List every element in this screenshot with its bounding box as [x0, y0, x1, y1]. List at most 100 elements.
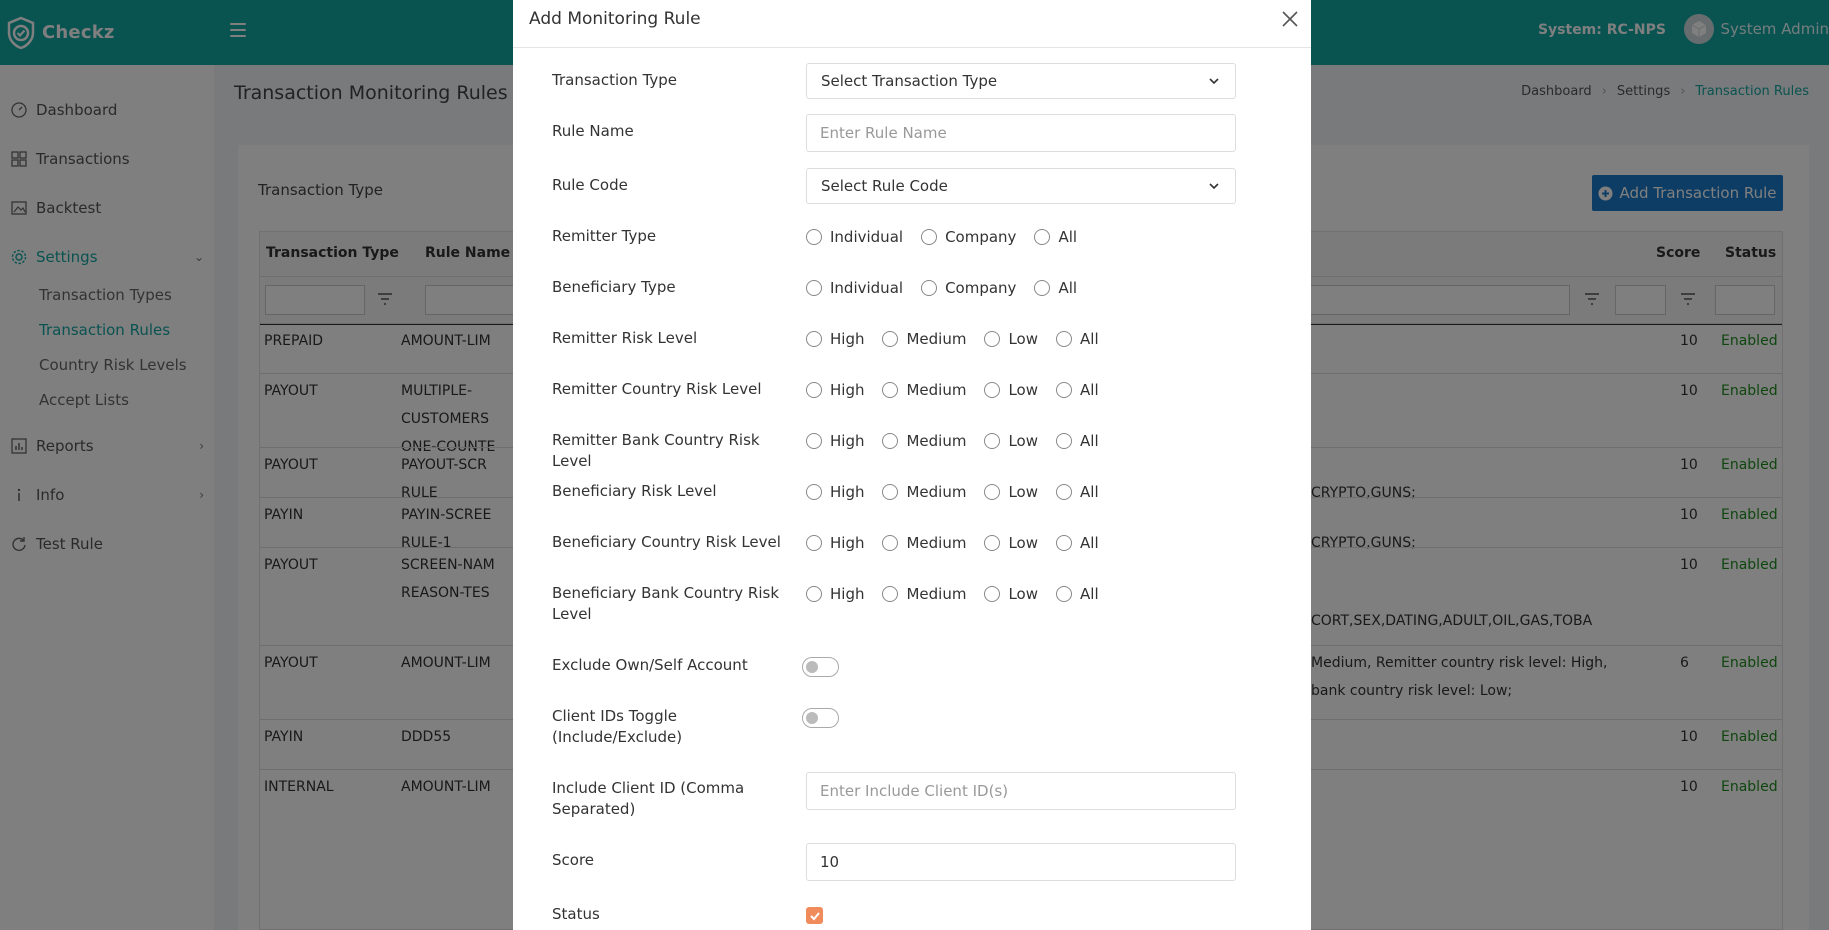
- radio-label: High: [830, 432, 865, 450]
- radio-button[interactable]: [984, 433, 1001, 449]
- radio-button[interactable]: [921, 280, 938, 296]
- radio-option[interactable]: All: [1034, 279, 1077, 297]
- radio-option[interactable]: Low: [984, 585, 1038, 603]
- beneficiary-country-risk-level-radios: High Medium Low All: [806, 534, 1117, 552]
- radio-option[interactable]: Medium: [882, 585, 966, 603]
- radio-button[interactable]: [806, 586, 822, 602]
- radio-option[interactable]: All: [1056, 483, 1099, 501]
- radio-button[interactable]: [882, 535, 899, 551]
- radio-option[interactable]: Company: [921, 279, 1016, 297]
- radio-option[interactable]: High: [806, 381, 864, 399]
- radio-label: All: [1080, 585, 1099, 603]
- radio-option[interactable]: All: [1034, 228, 1077, 246]
- radio-button[interactable]: [984, 331, 1001, 347]
- radio-option[interactable]: High: [806, 534, 864, 552]
- radio-button[interactable]: [806, 535, 822, 551]
- radio-option[interactable]: High: [806, 330, 864, 348]
- radio-option[interactable]: Medium: [882, 381, 966, 399]
- radio-label: All: [1080, 432, 1099, 450]
- rule-code-select[interactable]: Select Rule Code: [806, 168, 1236, 204]
- radio-option[interactable]: Individual: [806, 228, 903, 246]
- client-ids-toggle-label: Client IDs Toggle (Include/Exclude): [552, 707, 683, 746]
- radio-option[interactable]: Low: [984, 432, 1038, 450]
- radio-button[interactable]: [1056, 484, 1073, 500]
- radio-button[interactable]: [806, 433, 822, 449]
- add-monitoring-rule-modal: Add Monitoring Rule Transaction Type Sel…: [513, 0, 1311, 930]
- remitter-type-radios: Individual Company All: [806, 228, 1095, 246]
- radio-option[interactable]: High: [806, 432, 864, 450]
- beneficiary-type-radios: Individual Company All: [806, 279, 1095, 297]
- rule-name-label: Rule Name: [552, 122, 634, 140]
- radio-option[interactable]: All: [1056, 381, 1099, 399]
- radio-label: Low: [1008, 585, 1039, 603]
- radio-label: Medium: [906, 330, 967, 348]
- radio-option[interactable]: Medium: [882, 534, 966, 552]
- radio-button[interactable]: [984, 484, 1001, 500]
- radio-label: Medium: [906, 432, 967, 450]
- radio-button[interactable]: [1056, 586, 1073, 602]
- radio-button[interactable]: [806, 331, 822, 347]
- radio-button[interactable]: [806, 229, 822, 245]
- radio-button[interactable]: [1034, 229, 1051, 245]
- remitter-risk-level-radios: High Medium Low All: [806, 330, 1117, 348]
- client-ids-toggle[interactable]: [802, 708, 839, 728]
- radio-option[interactable]: High: [806, 483, 864, 501]
- radio-option[interactable]: Low: [984, 381, 1038, 399]
- rule-code-value: Select Rule Code: [821, 177, 948, 195]
- status-checkbox[interactable]: [806, 907, 823, 924]
- radio-button[interactable]: [1034, 280, 1051, 296]
- rule-name-input[interactable]: [806, 114, 1236, 152]
- radio-option[interactable]: Medium: [882, 432, 966, 450]
- radio-option[interactable]: Medium: [882, 483, 966, 501]
- radio-option[interactable]: All: [1056, 585, 1099, 603]
- radio-label: All: [1080, 534, 1099, 552]
- radio-button[interactable]: [806, 382, 822, 398]
- radio-button[interactable]: [984, 382, 1001, 398]
- radio-label: All: [1080, 483, 1099, 501]
- radio-option[interactable]: Low: [984, 534, 1038, 552]
- remitter-country-risk-level-label: Remitter Country Risk Level: [552, 380, 762, 398]
- radio-option[interactable]: All: [1056, 534, 1099, 552]
- transaction-type-select[interactable]: Select Transaction Type: [806, 63, 1236, 99]
- radio-button[interactable]: [882, 586, 899, 602]
- radio-button[interactable]: [1056, 382, 1073, 398]
- rule-code-label: Rule Code: [552, 176, 628, 194]
- exclude-own-account-toggle[interactable]: [802, 657, 839, 677]
- radio-option[interactable]: High: [806, 585, 864, 603]
- radio-button[interactable]: [882, 331, 899, 347]
- radio-option[interactable]: All: [1056, 330, 1099, 348]
- beneficiary-type-label: Beneficiary Type: [552, 278, 676, 296]
- radio-button[interactable]: [882, 382, 899, 398]
- radio-button[interactable]: [984, 586, 1001, 602]
- radio-button[interactable]: [921, 229, 938, 245]
- include-client-id-input[interactable]: [806, 772, 1236, 810]
- radio-button[interactable]: [1056, 433, 1073, 449]
- radio-button[interactable]: [882, 433, 899, 449]
- remitter-bank-country-risk-level-label: Remitter Bank Country Risk Level: [552, 431, 760, 470]
- radio-option[interactable]: Low: [984, 330, 1038, 348]
- radio-label: Medium: [906, 585, 967, 603]
- close-icon[interactable]: [1279, 8, 1301, 30]
- chevron-down-icon: [1209, 78, 1219, 85]
- radio-button[interactable]: [806, 484, 822, 500]
- radio-button[interactable]: [984, 535, 1001, 551]
- radio-button[interactable]: [806, 280, 822, 296]
- radio-option[interactable]: Medium: [882, 330, 966, 348]
- score-input[interactable]: [806, 843, 1236, 881]
- radio-option[interactable]: All: [1056, 432, 1099, 450]
- radio-button[interactable]: [882, 484, 899, 500]
- radio-label: Low: [1008, 483, 1039, 501]
- remitter-risk-level-label: Remitter Risk Level: [552, 329, 698, 347]
- beneficiary-bank-country-risk-level-radios: High Medium Low All: [806, 585, 1117, 603]
- beneficiary-risk-level-label: Beneficiary Risk Level: [552, 482, 717, 500]
- radio-label: All: [1080, 330, 1099, 348]
- radio-label: High: [830, 330, 865, 348]
- radio-button[interactable]: [1056, 535, 1073, 551]
- radio-button[interactable]: [1056, 331, 1073, 347]
- transaction-type-value: Select Transaction Type: [821, 72, 998, 90]
- radio-option[interactable]: Low: [984, 483, 1038, 501]
- radio-option[interactable]: Individual: [806, 279, 903, 297]
- radio-label: High: [830, 585, 865, 603]
- beneficiary-risk-level-radios: High Medium Low All: [806, 483, 1117, 501]
- radio-option[interactable]: Company: [921, 228, 1016, 246]
